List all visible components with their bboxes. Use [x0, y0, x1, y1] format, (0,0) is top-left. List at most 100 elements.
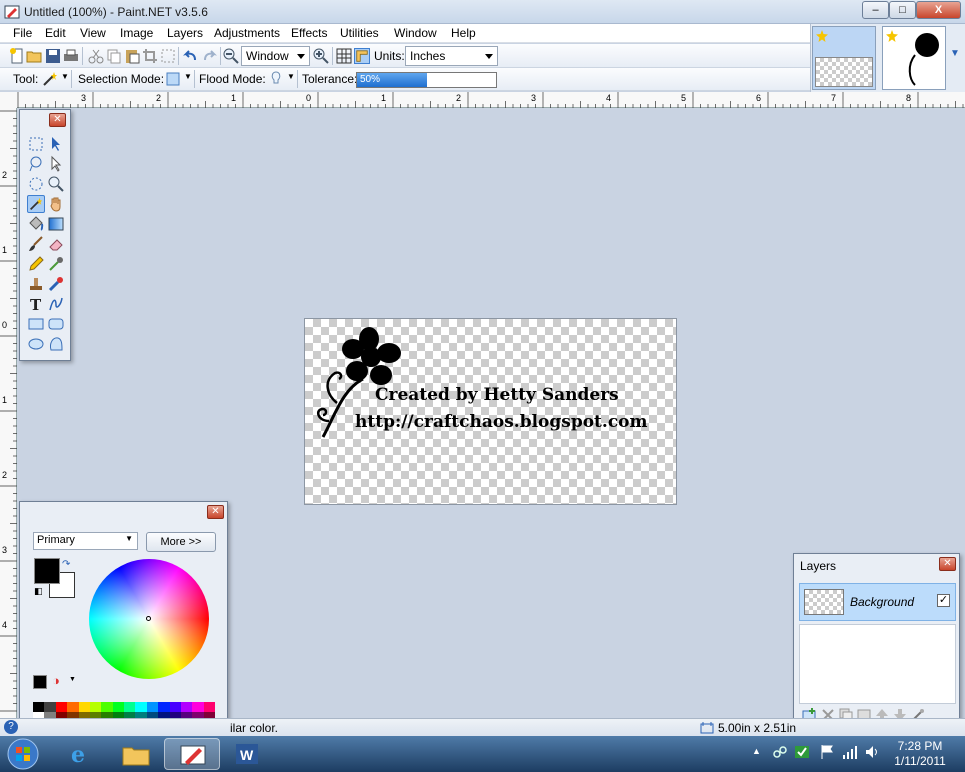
action-center-flag-icon[interactable] [819, 744, 835, 760]
rounded-rectangle-icon[interactable] [47, 315, 65, 333]
chevron-down-icon[interactable]: ▼ [184, 72, 192, 81]
internet-explorer-taskbar-button[interactable]: e [52, 738, 108, 770]
maximize-button[interactable]: □ [889, 1, 916, 19]
rectangle-select-icon[interactable] [27, 135, 45, 153]
wifi-signal-icon[interactable] [842, 744, 858, 760]
menu-layers[interactable]: Layers [167, 26, 203, 40]
more-colors-button[interactable]: More >> [146, 532, 216, 552]
grid-icon[interactable] [336, 48, 352, 64]
zoom-tool-icon[interactable] [47, 175, 65, 193]
volume-icon[interactable] [864, 744, 880, 760]
explorer-taskbar-button[interactable] [108, 738, 164, 770]
minimize-button[interactable]: – [862, 1, 889, 19]
chevron-down-icon[interactable]: ▼ [61, 72, 69, 81]
ellipse-tool-icon[interactable] [27, 335, 45, 353]
palette-swatch[interactable] [44, 702, 56, 712]
paintbrush-icon[interactable] [27, 235, 45, 253]
color-wheel[interactable] [89, 559, 209, 679]
close-button[interactable]: X [916, 1, 961, 19]
menu-effects[interactable]: Effects [291, 26, 327, 40]
zoom-select[interactable]: Window [241, 46, 310, 66]
zoom-out-icon[interactable] [223, 48, 239, 64]
pencil-icon[interactable] [27, 255, 45, 273]
thumbnails-scroll-icon[interactable]: ▼ [950, 48, 960, 59]
redo-icon[interactable] [201, 48, 217, 64]
swap-colors-icon[interactable]: ↷ [62, 559, 70, 570]
palette-swatch[interactable] [78, 702, 90, 712]
paint-bucket-icon[interactable] [27, 215, 45, 233]
magic-wand-icon[interactable] [42, 71, 58, 87]
menu-edit[interactable]: Edit [45, 26, 66, 40]
chevron-down-icon[interactable]: ▼ [287, 72, 295, 81]
palette-menu-icon[interactable]: ◑ [52, 673, 60, 688]
rulers-icon[interactable] [354, 48, 370, 64]
tolerance-slider[interactable]: 50% [356, 72, 497, 88]
image-thumbnail-active[interactable] [812, 26, 876, 90]
gradient-icon[interactable] [47, 215, 65, 233]
line-curve-icon[interactable] [47, 295, 65, 313]
rectangle-tool-icon[interactable] [27, 315, 45, 333]
palette-swatch[interactable] [101, 702, 113, 712]
primary-color-swatch[interactable] [34, 558, 60, 584]
security-check-icon[interactable] [794, 744, 810, 760]
units-select[interactable]: Inches [405, 46, 498, 66]
menu-view[interactable]: View [80, 26, 106, 40]
word-taskbar-button[interactable]: W [220, 738, 276, 770]
selection-mode-icon[interactable] [165, 71, 181, 87]
cut-icon[interactable] [88, 48, 104, 64]
palette-swatch[interactable] [203, 702, 215, 712]
palette-swatch[interactable] [158, 702, 170, 712]
palette-swatch[interactable] [180, 702, 193, 712]
network-sharing-icon[interactable] [772, 744, 788, 760]
new-image-icon[interactable] [9, 48, 25, 64]
paintnet-taskbar-button[interactable] [164, 738, 220, 770]
palette-swatch[interactable] [55, 702, 68, 712]
help-icon[interactable]: ? [4, 720, 18, 734]
text-tool-icon[interactable]: T [27, 295, 45, 313]
save-icon[interactable] [45, 48, 61, 64]
paste-icon[interactable] [124, 48, 140, 64]
open-folder-icon[interactable] [26, 48, 42, 64]
menu-adjustments[interactable]: Adjustments [214, 26, 280, 40]
palette-swatch[interactable] [135, 702, 147, 712]
lasso-select-icon[interactable] [27, 155, 45, 173]
reset-colors-icon[interactable]: ◧ [34, 586, 43, 597]
freeform-shape-icon[interactable] [47, 335, 65, 353]
palette-swatch[interactable] [146, 702, 159, 712]
move-selected-icon[interactable] [47, 135, 65, 153]
primary-secondary-select[interactable]: Primary ▼ [33, 532, 138, 550]
menu-utilities[interactable]: Utilities [340, 26, 379, 40]
print-icon[interactable] [63, 48, 79, 64]
zoom-in-icon[interactable] [313, 48, 329, 64]
eraser-icon[interactable] [47, 235, 65, 253]
menu-window[interactable]: Window [394, 26, 437, 40]
image-canvas[interactable]: Created by Hetty Sanders http://craftcha… [304, 318, 677, 505]
colors-close-button[interactable]: ✕ [207, 505, 224, 519]
undo-icon[interactable] [183, 48, 199, 64]
tools-close-button[interactable]: ✕ [49, 113, 66, 127]
color-picker-icon[interactable] [47, 255, 65, 273]
palette-swatch[interactable] [169, 702, 181, 712]
chevron-down-icon[interactable]: ▼ [69, 676, 76, 683]
ellipse-select-icon[interactable] [27, 175, 45, 193]
palette-swatch[interactable] [33, 702, 45, 712]
palette-swatch[interactable] [124, 702, 136, 712]
menu-help[interactable]: Help [451, 26, 476, 40]
flood-mode-icon[interactable] [268, 71, 284, 87]
palette-swatch[interactable] [67, 702, 79, 712]
show-hidden-icons-icon[interactable]: ▲ [752, 746, 761, 756]
windows-start-icon[interactable] [6, 738, 40, 770]
layer-visible-checkbox[interactable]: ✓ [937, 594, 950, 607]
deselect-icon[interactable] [160, 48, 176, 64]
palette-swatch[interactable] [89, 702, 102, 712]
layers-close-button[interactable]: ✕ [939, 557, 956, 571]
crop-icon[interactable] [142, 48, 158, 64]
layer-row[interactable]: Background ✓ [799, 583, 956, 621]
recolor-icon[interactable] [47, 275, 65, 293]
system-clock[interactable]: 7:28 PM 1/11/2011 [885, 739, 955, 769]
palette-swatch[interactable] [112, 702, 124, 712]
magic-wand-tool-icon[interactable] [27, 195, 45, 213]
add-to-palette-icon[interactable] [33, 675, 47, 689]
clone-stamp-icon[interactable] [27, 275, 45, 293]
menu-file[interactable]: File [13, 26, 32, 40]
